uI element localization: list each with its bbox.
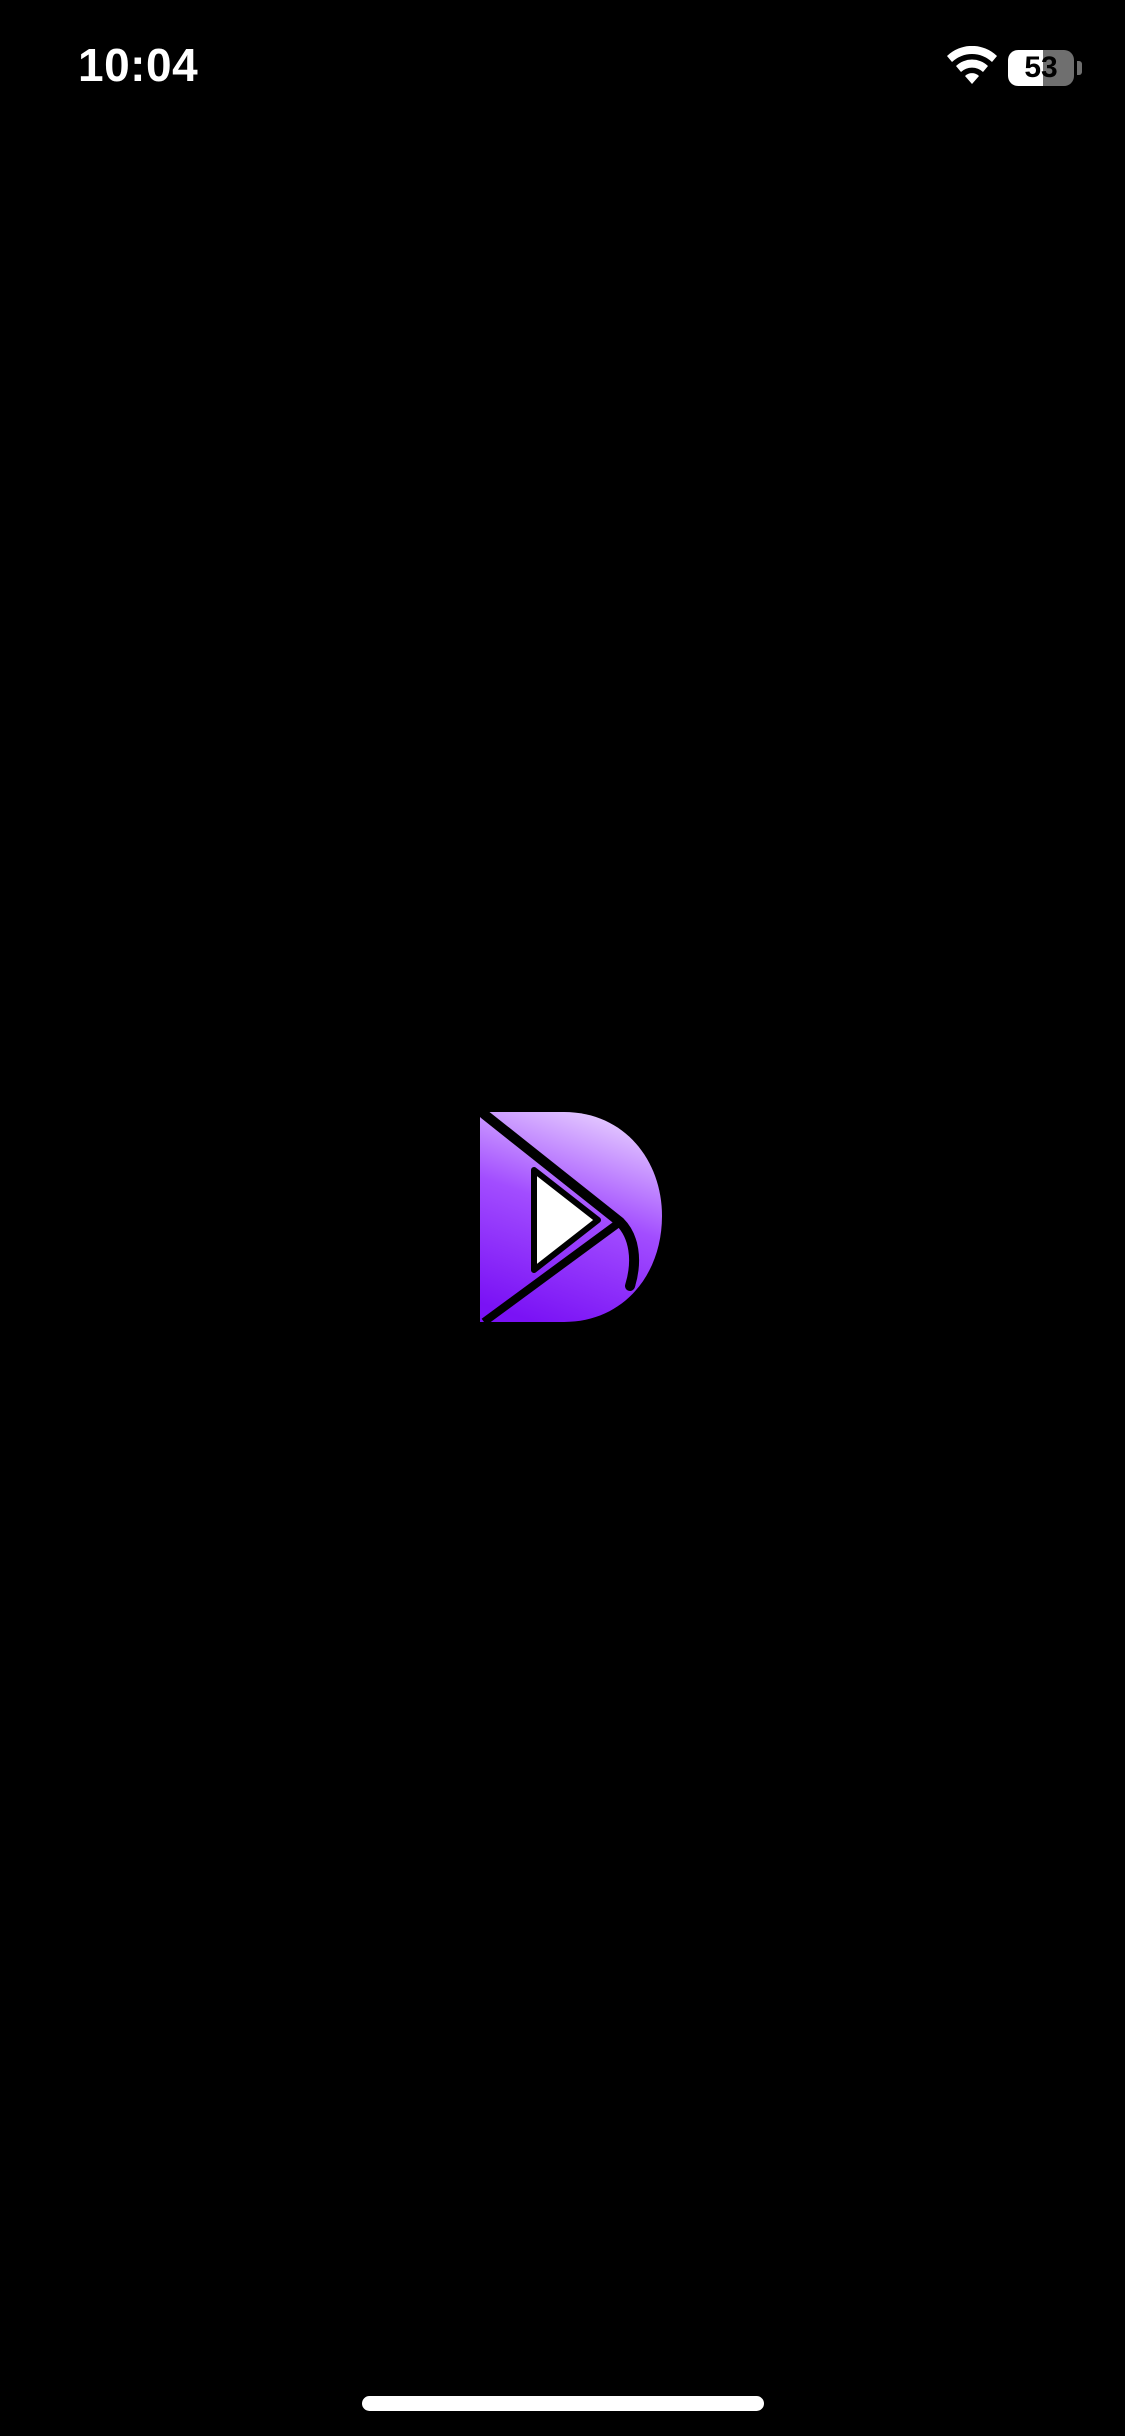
status-time: 10:04 [78,39,199,91]
status-bar: 10:04 53 [0,0,1125,140]
battery-level: 53 [1024,51,1058,84]
wifi-icon [947,46,997,84]
battery-body: 53 [1008,50,1074,86]
app-logo-play-d-icon [479,1110,662,1324]
home-indicator[interactable] [362,2396,764,2411]
battery-cap [1077,61,1082,75]
splash-screen: 10:04 53 [0,0,1125,2436]
battery-icon: 53 [1008,50,1084,86]
